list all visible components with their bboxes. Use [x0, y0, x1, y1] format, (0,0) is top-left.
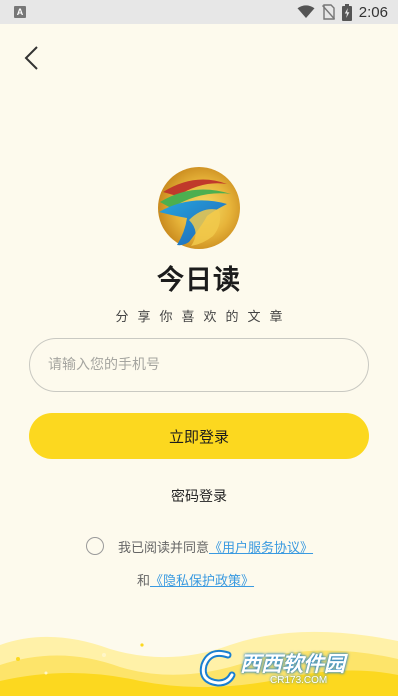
- user-agreement-link[interactable]: 《用户服务协议》: [209, 537, 313, 556]
- privacy-row: 和 《隐私保护政策》: [137, 568, 254, 590]
- chevron-left-icon: [24, 46, 38, 70]
- back-button[interactable]: [18, 44, 46, 72]
- notification-icon-letter: A: [16, 7, 24, 17]
- app-slogan: 分享你喜欢的文章: [115, 310, 292, 325]
- app-logo: [158, 167, 240, 249]
- wifi-icon: [297, 5, 315, 18]
- phone-input[interactable]: [29, 338, 369, 392]
- agreement-checkbox[interactable]: [86, 537, 104, 555]
- watermark-url: CR173.COM: [270, 675, 328, 686]
- no-sim-icon: [321, 4, 335, 20]
- watermark-brand: 西西软件园: [240, 652, 345, 676]
- agreement-prefix: 我已阅读并同意: [118, 540, 210, 556]
- status-time: 2:06: [358, 3, 388, 21]
- login-button[interactable]: 立即登录: [29, 413, 369, 459]
- status-icons: 2:06: [297, 3, 388, 21]
- privacy-policy-link[interactable]: 《隐私保护政策》: [150, 570, 254, 589]
- site-watermark: 西西软件园 CR173.COM: [198, 645, 380, 689]
- password-login-link[interactable]: 密码登录: [0, 486, 398, 506]
- status-bar: A 2:06: [0, 0, 398, 24]
- agreement-and: 和: [137, 573, 151, 589]
- app-name: 今日读: [157, 265, 241, 296]
- watermark-logo-icon: [199, 649, 236, 687]
- notification-app-icon: A: [14, 6, 26, 18]
- agreement-row: 我已阅读并同意 《用户服务协议》: [86, 535, 313, 557]
- battery-icon: [341, 3, 352, 21]
